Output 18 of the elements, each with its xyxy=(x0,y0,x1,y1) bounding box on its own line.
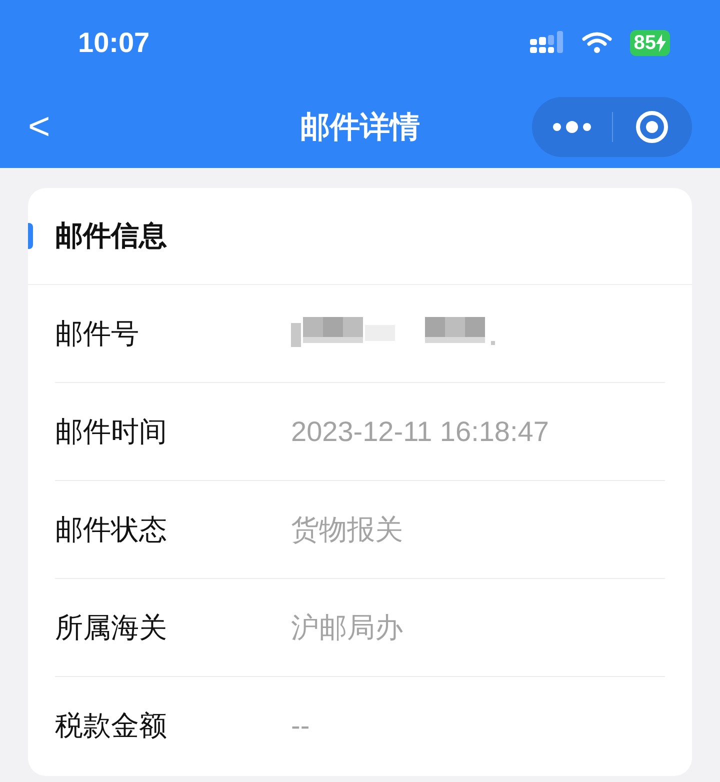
field-label: 邮件号 xyxy=(55,316,140,350)
field-value: -- xyxy=(291,712,310,740)
section-title: 邮件信息 xyxy=(55,219,167,253)
section-accent xyxy=(28,223,33,249)
wifi-icon xyxy=(582,32,612,54)
field-value: 货物报关 xyxy=(291,516,403,544)
field-value: 沪邮局办 xyxy=(291,614,403,642)
field-value: 2023-12-11 16:18:47 xyxy=(291,418,549,446)
field-label: 邮件时间 xyxy=(55,414,168,448)
field-label: 所属海关 xyxy=(55,610,168,644)
status-time: 10:07 xyxy=(78,26,150,60)
back-button[interactable]: < xyxy=(28,108,68,146)
battery-level: 85 xyxy=(634,31,656,56)
charging-icon xyxy=(656,34,666,52)
field-label: 邮件状态 xyxy=(55,512,168,546)
field-label: 税款金额 xyxy=(55,709,168,743)
page-title: 邮件详情 xyxy=(300,110,420,146)
signal-icon xyxy=(530,31,564,55)
